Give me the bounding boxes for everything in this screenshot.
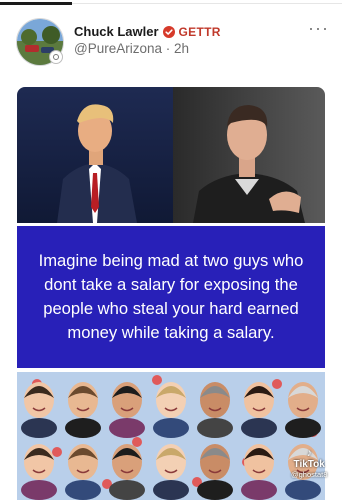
verified-icon	[162, 25, 175, 38]
meta-separator: ·	[162, 41, 174, 56]
avatar-badge-icon	[49, 50, 63, 64]
face-portrait	[197, 382, 233, 438]
caption-panel: Imagine being mad at two guys who dont t…	[17, 226, 325, 368]
face-portrait	[197, 444, 233, 500]
face-portrait	[109, 444, 145, 500]
faces-collage[interactable]	[17, 372, 325, 500]
background-dot	[132, 437, 142, 447]
background-dot	[152, 375, 162, 385]
active-tab-indicator	[0, 2, 72, 5]
tiktok-watermark: ♪ TikTok @ghostat8	[291, 448, 327, 479]
face-portrait	[109, 382, 145, 438]
background-dot	[52, 447, 62, 457]
face-portrait	[21, 382, 57, 438]
portraits-image	[17, 87, 325, 223]
divider	[72, 3, 342, 4]
face-portrait	[241, 382, 277, 438]
tiktok-brand: TikTok	[293, 459, 325, 470]
face-portrait	[241, 444, 277, 500]
face-portrait	[153, 444, 189, 500]
author-handle[interactable]: @PureArizona	[74, 41, 162, 56]
face-portrait	[65, 444, 101, 500]
top-tab-indicator-bar	[0, 0, 342, 6]
faces-collage-image	[21, 375, 321, 500]
face-portrait	[65, 382, 101, 438]
post-header: Chuck Lawler GETTR	[74, 24, 221, 39]
background-dot	[272, 379, 282, 389]
author-name[interactable]: Chuck Lawler	[74, 24, 159, 39]
face-portrait	[285, 382, 321, 438]
post-time: 2h	[174, 41, 190, 56]
tiktok-handle: @ghostat8	[291, 470, 328, 479]
tiktok-logo-icon: ♪	[306, 448, 312, 459]
post-meta: @PureArizona · 2h	[74, 41, 189, 56]
more-options-icon[interactable]: ···	[308, 18, 329, 39]
face-portrait	[153, 382, 189, 438]
platform-label: GETTR	[178, 24, 221, 39]
face-portrait	[21, 444, 57, 500]
photo-panel[interactable]	[17, 87, 325, 223]
meme-caption: Imagine being mad at two guys who dont t…	[38, 251, 304, 342]
